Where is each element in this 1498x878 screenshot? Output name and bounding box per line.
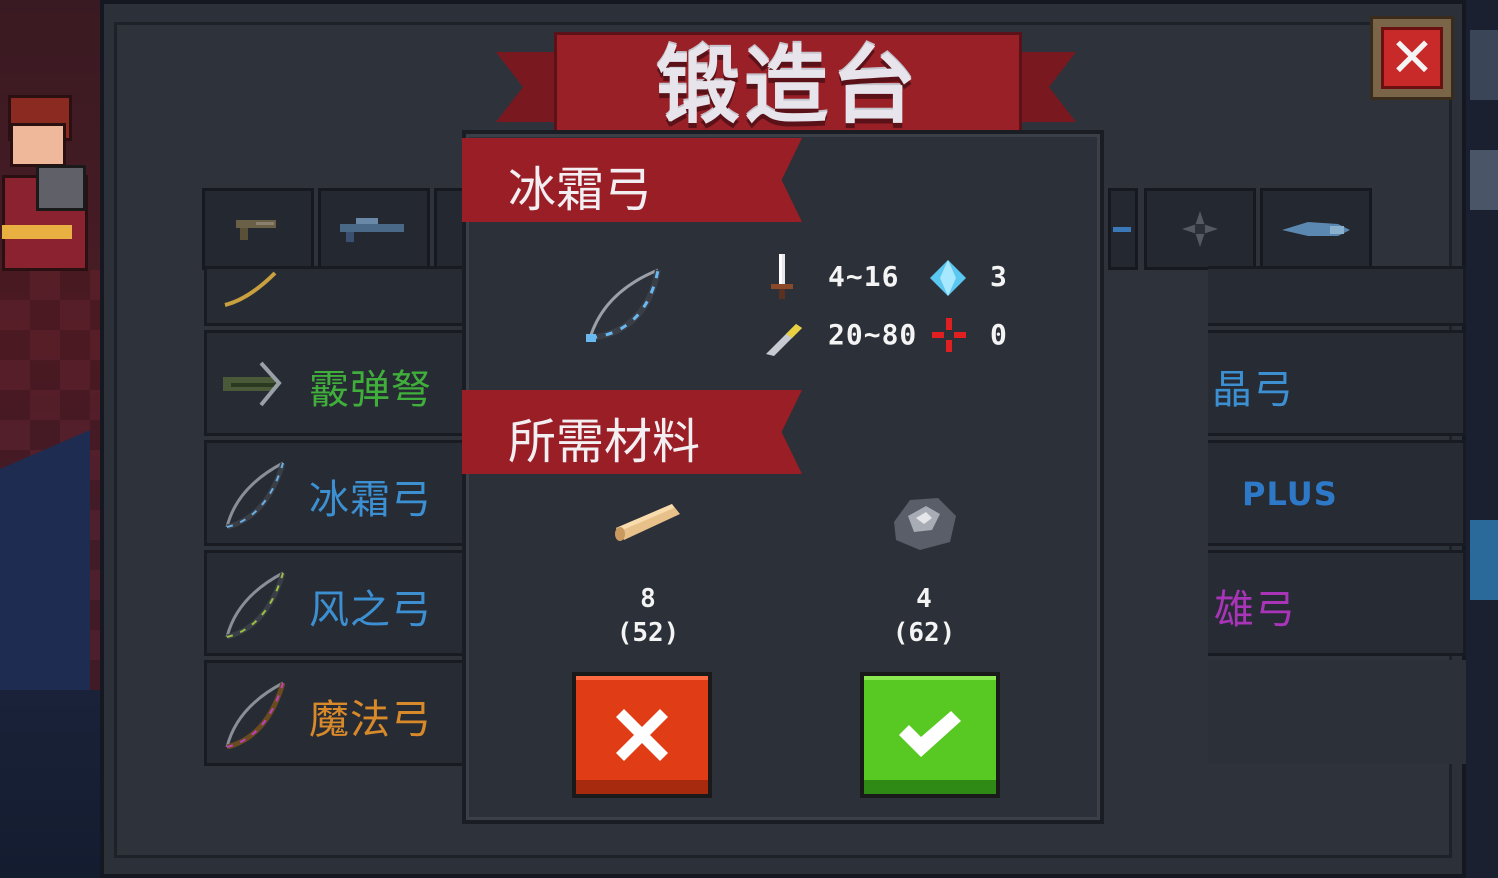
tab-pistols[interactable]: [202, 188, 314, 270]
right-list-item-partial[interactable]: [1208, 266, 1466, 326]
crit-value: 0: [990, 318, 1008, 351]
weapon-name: 冰霜弓: [309, 477, 432, 523]
wood-required: 8: [640, 584, 656, 614]
weapon-name: 风之弓: [309, 587, 432, 633]
ore-required: 4: [916, 584, 932, 614]
fish-gun-icon: [1113, 227, 1131, 232]
close-icon: ✕: [1381, 27, 1443, 89]
window-title: 锻造台: [655, 36, 920, 135]
list-item-1[interactable]: 霰弹弩: [204, 330, 466, 436]
bow-icon: [224, 271, 277, 307]
close-icon: [616, 709, 668, 761]
shuriken-icon: [1182, 211, 1218, 247]
list-item-partial[interactable]: [204, 266, 466, 326]
magic-bow-icon: [225, 681, 286, 750]
tab-shuriken[interactable]: [1144, 188, 1256, 270]
weapon-name: 魔法弓: [309, 697, 432, 743]
right-list-item-3[interactable]: 雄弓: [1208, 550, 1466, 656]
scene-wall: [0, 430, 90, 690]
list-item-3[interactable]: 风之弓: [204, 550, 466, 656]
cancel-button[interactable]: [572, 672, 712, 798]
energy-cost-value: 3: [990, 260, 1008, 293]
weapon-name: 霰弹弩: [309, 367, 432, 413]
weapon-name-ribbon: 冰霜弓: [462, 138, 802, 222]
weapon-name: 雄弓: [1214, 587, 1296, 633]
pistol-icon: [236, 220, 276, 240]
sword-icon: [771, 254, 793, 299]
iron-ore-icon: [894, 498, 956, 550]
energy-crystal-icon: [930, 260, 966, 296]
weapon-name: PLUS: [1242, 475, 1338, 513]
confirm-button[interactable]: [860, 672, 1000, 798]
close-button[interactable]: ✕: [1370, 16, 1454, 100]
charge-feather-icon: [766, 324, 802, 356]
crit-crosshair-icon: [932, 318, 966, 352]
tab-fish-gun[interactable]: [1108, 188, 1138, 270]
weapon-detail-dialog: 冰霜弓 4~16 3 20~80 0 所需材料 8 (52) 4 (62): [462, 130, 1104, 824]
materials-ribbon: 所需材料: [462, 390, 802, 474]
charge-value: 20~80: [828, 318, 918, 351]
rifle-icon: [340, 218, 404, 242]
materials-title: 所需材料: [508, 414, 701, 470]
frost-bow-icon: [586, 268, 661, 342]
right-list-empty: [1208, 660, 1466, 764]
wood-icon: [615, 504, 680, 541]
game-scene-left: [0, 0, 102, 878]
right-list-item-2[interactable]: PLUS: [1208, 440, 1466, 546]
tab-rifles[interactable]: [318, 188, 430, 270]
list-item-4[interactable]: 魔法弓: [204, 660, 466, 766]
tab-shark-gun[interactable]: [1260, 188, 1372, 270]
title-banner: 锻造台: [554, 32, 1022, 136]
right-list-item-1[interactable]: 晶弓: [1208, 330, 1466, 436]
detail-weapon-name: 冰霜弓: [508, 162, 653, 218]
ore-owned: (62): [892, 618, 956, 648]
shark-gun-icon: [1282, 222, 1350, 236]
checkmark-icon: [899, 711, 961, 757]
wood-owned: (52): [616, 618, 680, 648]
weapon-name: 晶弓: [1212, 367, 1294, 413]
game-scene-right: [1466, 0, 1498, 878]
npc-character: [2, 95, 88, 271]
wind-bow-icon: [225, 571, 286, 640]
crossbow-icon: [223, 361, 282, 407]
damage-value: 4~16: [828, 260, 900, 293]
frost-bow-icon: [225, 461, 286, 530]
list-item-2[interactable]: 冰霜弓: [204, 440, 466, 546]
